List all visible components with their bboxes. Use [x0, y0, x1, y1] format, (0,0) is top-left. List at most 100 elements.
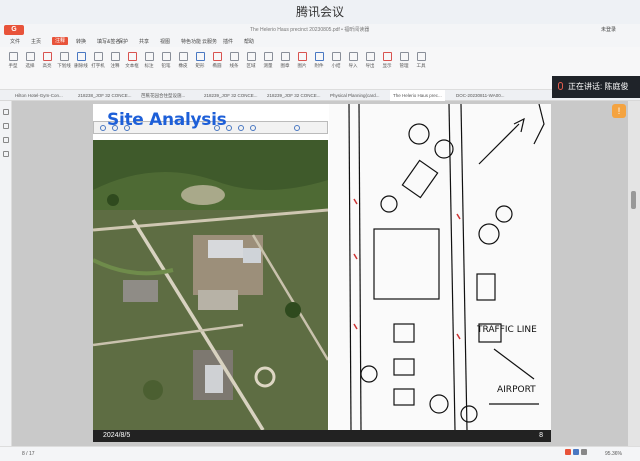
tool-icon — [399, 52, 409, 61]
tool-label: 注释 — [110, 63, 120, 68]
ribbon-tool[interactable]: 测量 — [259, 50, 277, 86]
tool-label: 区域 — [246, 63, 256, 68]
app-title-bar: G The Helerio Haus precinct 20230805.pdf… — [0, 24, 640, 36]
bookmark-icon[interactable] — [2, 109, 9, 115]
ribbon-tool[interactable]: 矩形 — [191, 50, 209, 86]
scrollbar-thumb[interactable] — [631, 191, 636, 209]
ribbon-tool[interactable]: 线条 — [225, 50, 243, 86]
menu-item[interactable]: 帮助 — [244, 38, 254, 45]
tool-icon — [161, 52, 171, 61]
pen-icon[interactable] — [100, 125, 106, 131]
page-indicator[interactable]: 8 / 17 — [22, 451, 35, 457]
ribbon-tool[interactable]: 导入 — [344, 50, 362, 86]
ribbon-tool[interactable]: 椭圆 — [208, 50, 226, 86]
menu-item[interactable]: 文件 — [10, 38, 20, 45]
ribbon-tool[interactable]: 管理 — [395, 50, 413, 86]
slide-title: Site Analysis — [107, 110, 227, 130]
menu-item[interactable]: 保护 — [118, 38, 128, 45]
tool-label: 矩形 — [195, 63, 205, 68]
tool-icon — [212, 52, 222, 61]
document-tab[interactable]: 218239_JOF 32 CONCE... — [201, 90, 261, 101]
zoom-level[interactable]: 95.36% — [605, 451, 622, 457]
menu-item[interactable]: 注释 — [52, 37, 69, 45]
document-tab[interactable]: 218238_JOF 32 CONCE... — [75, 90, 135, 101]
fit-icon[interactable] — [238, 125, 244, 131]
menu-item[interactable]: 转换 — [76, 38, 86, 45]
ribbon-tool[interactable]: 附件 — [310, 50, 328, 86]
tool-label: 显示 — [382, 63, 392, 68]
speaking-indicator: 正在讲话: 陈庭俊 — [552, 76, 640, 98]
tool-label: 打字机 — [91, 63, 105, 68]
tool-label: 管理 — [399, 63, 409, 68]
tool-icon — [42, 52, 52, 61]
attachment-icon[interactable] — [2, 151, 9, 157]
document-tab[interactable]: 218239_JOF 32 CONCE... — [264, 90, 324, 101]
tool-label: 线条 — [229, 63, 239, 68]
ribbon-tool[interactable]: 下划线 — [55, 50, 73, 86]
menu-item[interactable]: 主页 — [31, 38, 41, 45]
tool-label: 铅笔 — [161, 63, 171, 68]
app-tray-icon[interactable] — [565, 449, 571, 455]
tool-label: 图片 — [297, 63, 307, 68]
ribbon-tool[interactable]: 显示 — [378, 50, 396, 86]
menu-item[interactable]: 插件 — [223, 38, 233, 45]
network-tray-icon[interactable] — [573, 449, 579, 455]
tool-icon — [280, 52, 290, 61]
tool-icon — [365, 52, 375, 61]
tool-label: 测量 — [263, 63, 273, 68]
document-tab[interactable]: Hilton Hotel-Gym-Con... — [12, 90, 66, 101]
tool-label: 标注 — [144, 63, 154, 68]
menu-item[interactable]: 填写&签名 — [97, 38, 120, 45]
zoom-out-icon[interactable] — [226, 125, 232, 131]
ribbon-tool[interactable]: 铅笔 — [157, 50, 175, 86]
thumbnail-icon[interactable] — [2, 123, 9, 129]
menu-item[interactable]: 视图 — [160, 38, 170, 45]
ribbon-tool[interactable]: 橡皮 — [174, 50, 192, 86]
ribbon-tool[interactable]: 工具 — [412, 50, 430, 86]
ribbon-tool[interactable]: 注释 — [106, 50, 124, 86]
document-tab[interactable]: DOC-20230811-WA00... — [453, 90, 508, 101]
vertical-scrollbar[interactable] — [628, 101, 640, 446]
ribbon-tool[interactable]: 图章 — [276, 50, 294, 86]
satellite-map-image — [93, 140, 328, 430]
document-tabs: Hilton Hotel-Gym-Con... 218238_JOF 32 CON… — [0, 90, 640, 101]
tool-label: 椭圆 — [212, 63, 222, 68]
tool-label: 下划线 — [57, 63, 71, 68]
ribbon-tool[interactable]: 手型 — [4, 50, 22, 86]
settings-tray-icon[interactable] — [581, 449, 587, 455]
ribbon-tool[interactable]: 打字机 — [89, 50, 107, 86]
speaker-text: 正在讲话: 陈庭俊 — [568, 82, 629, 91]
ribbon-tool[interactable]: 选择 — [21, 50, 39, 86]
ribbon-tool[interactable]: 导出 — [361, 50, 379, 86]
tool-icon — [25, 52, 35, 61]
document-tab[interactable]: Physical Planning(card... — [327, 90, 383, 101]
document-tab[interactable]: 芭蕉花园合住型设施... — [138, 90, 188, 101]
ribbon-tool[interactable]: 文本框 — [123, 50, 141, 86]
tool-label: 高亮 — [42, 63, 52, 68]
rotate-icon[interactable] — [250, 125, 256, 131]
menu-item[interactable]: 特色功能 — [181, 38, 201, 45]
ribbon-tool[interactable]: 删除线 — [72, 50, 90, 86]
tool-icon — [297, 52, 307, 61]
login-button[interactable]: 未登录 — [601, 25, 616, 35]
ribbon-tool[interactable]: 小结 — [327, 50, 345, 86]
lightbulb-icon[interactable]: ! — [612, 104, 626, 118]
tool-label: 附件 — [314, 63, 324, 68]
document-tab[interactable]: The Helerio Haus prec... — [390, 90, 445, 101]
left-nav-panel — [0, 101, 12, 446]
menu-item[interactable]: 云服务 — [202, 38, 217, 45]
tool-icon — [8, 52, 18, 61]
ribbon-tool[interactable]: 区域 — [242, 50, 260, 86]
ribbon-tool[interactable]: 高亮 — [38, 50, 56, 86]
ribbon-tool[interactable]: 图片 — [293, 50, 311, 86]
color-icon[interactable] — [294, 125, 300, 131]
menu-item[interactable]: 共享 — [139, 38, 149, 45]
ribbon-tool[interactable]: 标注 — [140, 50, 158, 86]
meeting-title: 腾讯会议 — [0, 0, 640, 24]
app-logo-icon[interactable]: G — [4, 25, 24, 35]
tool-icon — [416, 52, 426, 61]
comment-icon[interactable] — [2, 137, 9, 143]
tool-icon — [195, 52, 205, 61]
tool-label: 橡皮 — [178, 63, 188, 68]
tool-label: 手型 — [8, 63, 18, 68]
